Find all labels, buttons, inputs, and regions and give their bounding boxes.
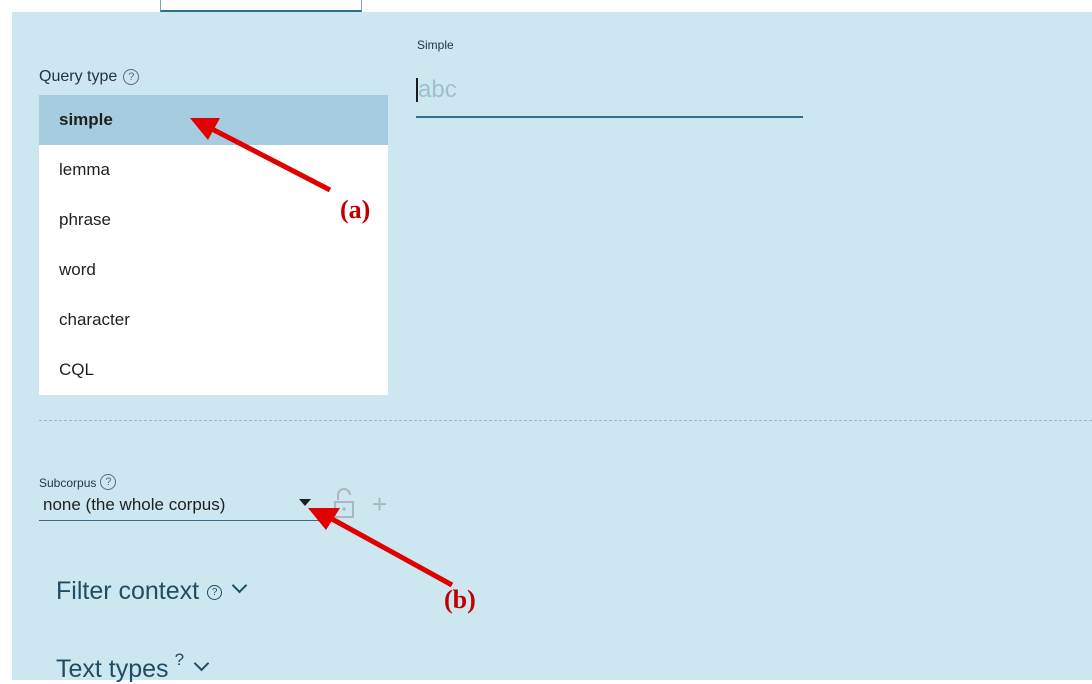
annotation-arrow-b xyxy=(330,516,454,588)
annotation-label-a: (a) xyxy=(340,195,371,224)
annotation-overlay xyxy=(190,118,454,588)
annotation-label-b: (b) xyxy=(444,585,476,614)
annotation-arrow-a xyxy=(210,126,332,193)
